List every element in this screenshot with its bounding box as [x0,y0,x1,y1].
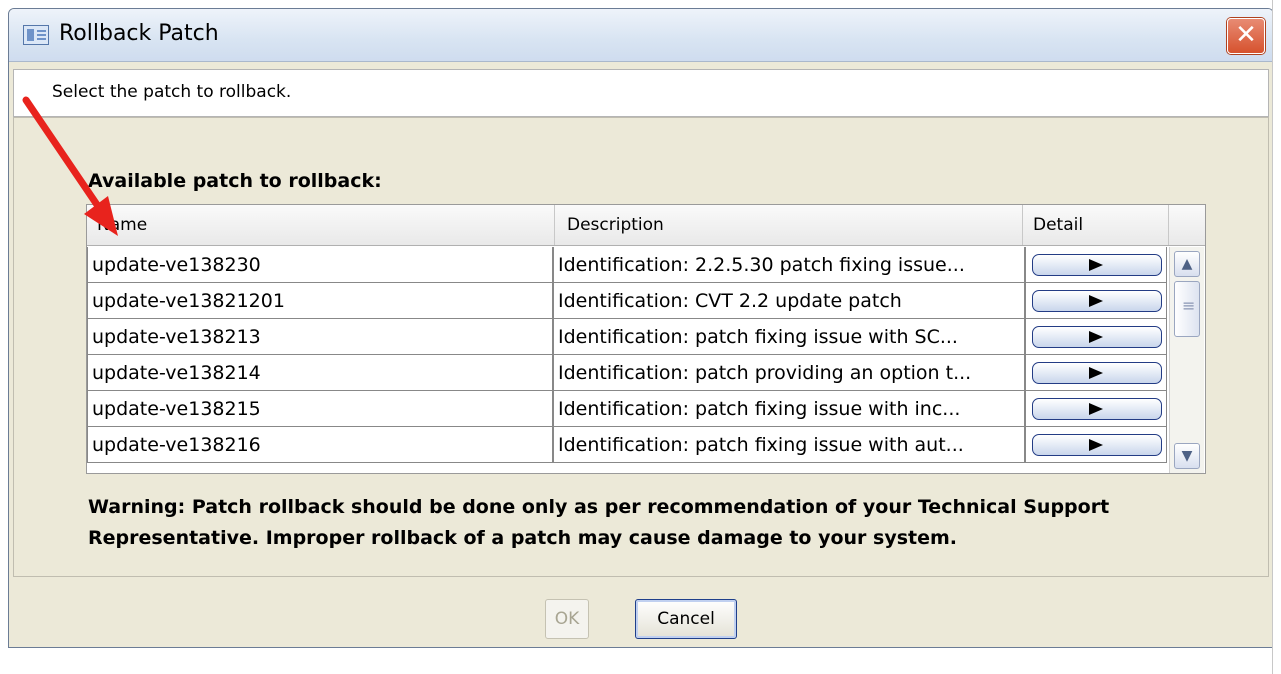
detail-button[interactable] [1032,290,1162,312]
title-bar[interactable]: Rollback Patch ✕ [9,9,1273,62]
column-header-name[interactable]: Name [87,205,555,245]
table-row[interactable]: update-ve138214 Identification: patch pr… [87,355,1167,391]
table-row[interactable]: update-ve138215 Identification: patch fi… [87,391,1167,427]
detail-button[interactable] [1032,326,1162,348]
instruction-panel: Select the patch to rollback. [13,69,1269,117]
detail-button[interactable] [1032,398,1162,420]
patch-name-cell[interactable]: update-ve138215 [87,391,553,427]
play-icon [1089,403,1103,415]
patch-description-cell[interactable]: Identification: CVT 2.2 update patch [553,283,1025,319]
table-row[interactable]: update-ve138213 Identification: patch fi… [87,319,1167,355]
detail-cell [1025,319,1167,355]
play-icon [1089,367,1103,379]
patch-description-cell[interactable]: Identification: patch providing an optio… [553,355,1025,391]
scroll-thumb[interactable] [1174,281,1200,337]
patch-name-cell[interactable]: update-ve138214 [87,355,553,391]
patch-name-cell[interactable]: update-ve138213 [87,319,553,355]
patch-name-cell[interactable]: update-ve138216 [87,427,553,463]
warning-text: Warning: Patch rollback should be done o… [88,496,1110,549]
app-icon [23,25,49,45]
scroll-down-icon[interactable]: ▼ [1174,443,1200,469]
detail-button[interactable] [1032,362,1162,384]
vertical-scrollbar[interactable]: ▲ ▼ [1169,247,1204,473]
patch-name-cell[interactable]: update-ve138230 [87,247,553,283]
patch-description-cell[interactable]: Identification: patch fixing issue with … [553,319,1025,355]
patch-description-cell[interactable]: Identification: 2.2.5.30 patch fixing is… [553,247,1025,283]
scroll-up-icon[interactable]: ▲ [1174,251,1200,277]
detail-cell [1025,247,1167,283]
column-header-detail[interactable]: Detail [1023,205,1169,245]
table-row[interactable]: update-ve13821201 Identification: CVT 2.… [87,283,1167,319]
rollback-patch-dialog: Rollback Patch ✕ Select the patch to rol… [8,8,1274,648]
detail-cell [1025,355,1167,391]
table-header: Name Description Detail [87,205,1205,246]
cancel-button[interactable]: Cancel [635,599,737,639]
detail-cell [1025,391,1167,427]
play-icon [1089,439,1103,451]
table-row[interactable]: update-ve138230 Identification: 2.2.5.30… [87,247,1167,283]
patch-description-cell[interactable]: Identification: patch fixing issue with … [553,391,1025,427]
patch-table: Name Description Detail update-ve138230 … [86,204,1206,474]
table-row[interactable]: update-ve138216 Identification: patch fi… [87,427,1167,463]
detail-cell [1025,427,1167,463]
content-panel: Available patch to rollback: Name Descri… [13,117,1269,577]
play-icon [1089,331,1103,343]
ok-button[interactable]: OK [545,599,589,639]
detail-cell [1025,283,1167,319]
patch-name-cell[interactable]: update-ve13821201 [87,283,553,319]
play-icon [1089,259,1103,271]
detail-button[interactable] [1032,434,1162,456]
button-bar: OK Cancel [9,581,1273,647]
column-header-description[interactable]: Description [557,205,1023,245]
play-icon [1089,295,1103,307]
close-icon[interactable]: ✕ [1227,18,1265,54]
detail-button[interactable] [1032,254,1162,276]
window-title: Rollback Patch [59,21,219,46]
instruction-text: Select the patch to rollback. [52,82,292,102]
section-label: Available patch to rollback: [88,170,382,192]
background-edge [1272,0,1281,674]
patch-description-cell[interactable]: Identification: patch fixing issue with … [553,427,1025,463]
